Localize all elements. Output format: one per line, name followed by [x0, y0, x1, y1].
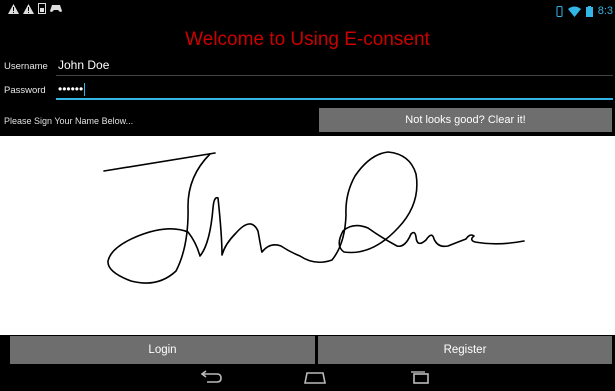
home-icon[interactable]: [303, 370, 327, 384]
recent-apps-icon[interactable]: [408, 370, 432, 384]
status-time: 8:3: [597, 5, 613, 17]
username-value: John Doe: [58, 58, 110, 72]
password-label: Password: [4, 85, 46, 96]
back-icon[interactable]: [199, 370, 223, 384]
page-title: Welcome to Using E-consent: [185, 29, 430, 50]
warning-icon: [23, 3, 34, 14]
status-bar: 8:3: [0, 0, 615, 22]
battery-icon: [585, 5, 593, 17]
login-button[interactable]: Login: [10, 336, 315, 364]
register-button[interactable]: Register: [318, 336, 612, 364]
signature-prompt: Please Sign Your Name Below...: [4, 116, 134, 126]
text-cursor: [84, 83, 86, 97]
username-field[interactable]: John Doe: [56, 56, 613, 76]
username-row: Username John Doe: [0, 56, 615, 78]
password-row: Password ••••••: [0, 80, 615, 102]
warning-icon: [8, 3, 19, 14]
signature-canvas[interactable]: [0, 136, 615, 335]
sim-icon: [38, 3, 46, 14]
vibrate-icon: [556, 5, 563, 17]
username-label: Username: [4, 61, 48, 72]
password-field[interactable]: ••••••: [56, 80, 613, 100]
password-value: ••••••: [58, 82, 84, 96]
signature-drawing: [103, 151, 525, 284]
game-controller-icon: [50, 5, 62, 12]
wifi-icon: [567, 6, 581, 17]
navigation-bar: [0, 364, 615, 391]
clear-signature-button[interactable]: Not looks good? Clear it!: [319, 108, 612, 132]
